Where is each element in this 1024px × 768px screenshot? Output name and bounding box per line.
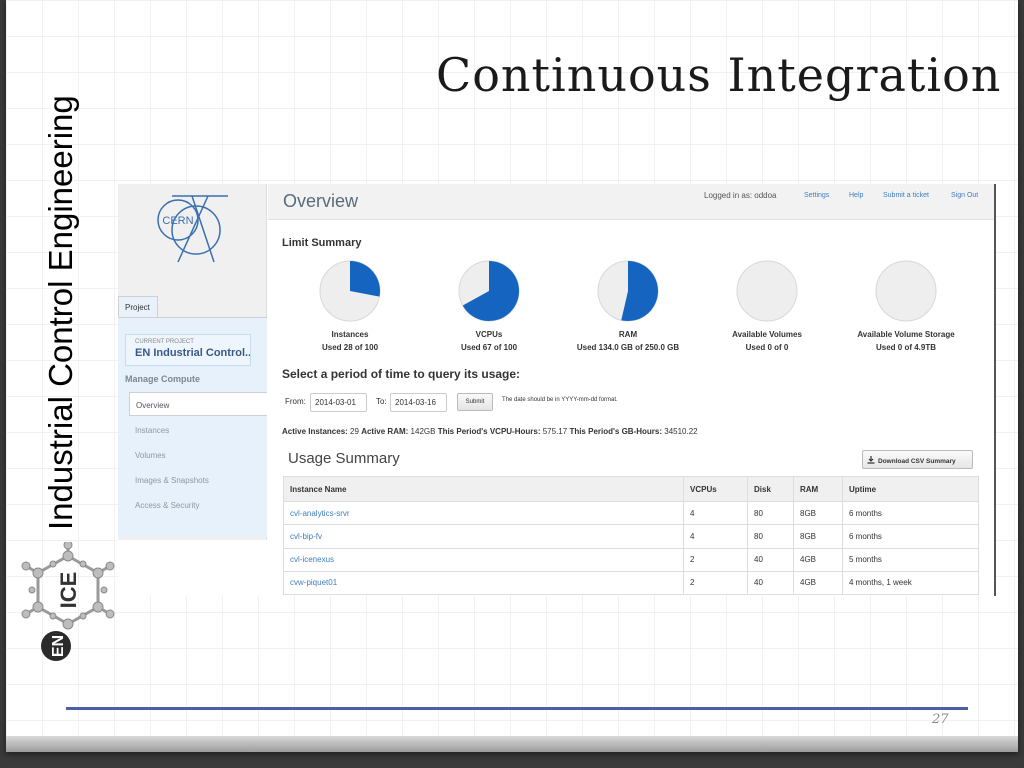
to-date-input[interactable] <box>390 393 447 412</box>
cell-disk: 80 <box>747 500 794 526</box>
sign-out-link[interactable]: Sign Out <box>951 192 981 204</box>
side-label: Industrial Control Engineering <box>42 95 79 530</box>
page-number: 27 <box>932 712 949 727</box>
col-instance-name[interactable]: Instance Name <box>283 476 684 502</box>
svg-text:ICE: ICE <box>56 572 81 609</box>
cell-disk: 40 <box>747 570 794 596</box>
current-project-name: EN Industrial Control... <box>135 347 251 359</box>
cell-vcpus: 2 <box>683 547 748 572</box>
cell-uptime: 4 months, 1 week <box>842 570 979 596</box>
gb-hours-label: This Period's GB-Hours: <box>569 427 663 436</box>
instance-name-link[interactable]: cvl-analytics-srvr <box>283 500 684 526</box>
pie-available-volumes-label: Available Volumes <box>732 330 802 339</box>
instance-name-link[interactable]: cvl-bip-fv <box>283 524 684 549</box>
limit-summary-title: Limit Summary <box>282 237 362 249</box>
cell-uptime: 6 months <box>842 524 979 549</box>
cell-vcpus: 2 <box>683 570 748 596</box>
pie-ram-label: RAM <box>618 330 638 339</box>
active-instances-value: 29 <box>350 427 359 436</box>
table-header-row: Instance Name VCPUs Disk RAM Uptime <box>283 476 979 502</box>
svg-text:EN: EN <box>50 635 67 657</box>
sidebar-item-access-security[interactable]: Access & Security <box>129 493 267 517</box>
pie-instances-slice <box>350 261 381 297</box>
sidebar: CERN Project CURRENT PROJECT EN Industri… <box>118 184 267 540</box>
pie-volume-storage-label: Available Volume Storage <box>857 330 955 339</box>
current-project-selector[interactable]: CURRENT PROJECT EN Industrial Control... <box>125 334 251 366</box>
pie-vcpus-usage: Used 67 of 100 <box>460 343 518 352</box>
from-date-input[interactable] <box>310 393 367 412</box>
sidebar-panel: CURRENT PROJECT EN Industrial Control...… <box>118 317 267 537</box>
enice-logo: ICE EN <box>21 542 115 661</box>
date-format-hint: The date should be in YYYY-mm-dd format. <box>502 397 618 403</box>
cell-ram: 8GB <box>793 524 843 549</box>
dashboard-screenshot: CERN Project CURRENT PROJECT EN Industri… <box>118 184 996 596</box>
svg-text:CERN: CERN <box>162 215 193 227</box>
gb-hours-value: 34510.22 <box>664 427 698 436</box>
pie-available-volumes-usage: Used 0 of 0 <box>745 343 789 352</box>
topbar: Overview Logged in as: oddoa Settings He… <box>268 184 994 220</box>
nav-section-manage-compute: Manage Compute <box>125 374 201 384</box>
table-row: cvl-analytics-srvr 4 80 8GB 6 months <box>283 500 979 526</box>
cell-disk: 40 <box>747 547 794 572</box>
pie-volume-storage-usage: Used 0 of 4.9TB <box>875 343 936 352</box>
download-csv-button[interactable]: Download CSV Summary <box>862 450 973 469</box>
usage-stats: Active Instances: 29 Active RAM: 142GB T… <box>282 427 882 439</box>
pie-ram <box>597 260 659 322</box>
cell-disk: 80 <box>747 524 794 549</box>
col-ram[interactable]: RAM <box>793 476 843 502</box>
slide-bottom-band <box>6 736 1018 752</box>
table-row: cvl-icenexus 2 40 4GB 5 months <box>283 547 979 572</box>
cell-vcpus: 4 <box>683 524 748 549</box>
settings-link[interactable]: Settings <box>804 192 832 204</box>
pie-volume-storage <box>875 260 937 322</box>
cell-uptime: 6 months <box>842 500 979 526</box>
current-project-caption: CURRENT PROJECT <box>135 339 194 345</box>
table-row: cvw-piquet01 2 40 4GB 4 months, 1 week <box>283 570 979 596</box>
cell-uptime: 5 months <box>842 547 979 572</box>
logged-in-text: Logged in as: oddoa <box>704 191 777 200</box>
instance-name-link[interactable]: cvl-icenexus <box>283 547 684 572</box>
from-label: From: <box>285 397 306 406</box>
col-uptime[interactable]: Uptime <box>842 476 979 502</box>
sidebar-item-overview[interactable]: Overview <box>129 392 267 416</box>
pie-vcpus-label: VCPUs <box>475 330 503 339</box>
pie-vcpus <box>458 260 520 322</box>
pie-instances-label: Instances <box>331 330 369 339</box>
col-disk[interactable]: Disk <box>747 476 794 502</box>
col-vcpus[interactable]: VCPUs <box>683 476 748 502</box>
cell-ram: 4GB <box>793 547 843 572</box>
page-title: Overview <box>283 191 359 211</box>
cern-logo: CERN <box>157 195 228 263</box>
vcpu-hours-value: 575.17 <box>542 427 568 436</box>
cell-ram: 8GB <box>793 500 843 526</box>
vcpu-hours-label: This Period's VCPU-Hours: <box>437 427 541 436</box>
submit-button[interactable]: Submit <box>457 393 493 411</box>
cell-vcpus: 4 <box>683 500 748 526</box>
pie-available-volumes <box>736 260 798 322</box>
footer-rule <box>66 707 968 710</box>
slide-title: Continuous Integration <box>436 48 1002 102</box>
pie-ram-usage: Used 134.0 GB of 250.0 GB <box>576 343 680 352</box>
submit-ticket-link[interactable]: Submit a ticket <box>883 192 935 204</box>
pie-instances-usage: Used 28 of 100 <box>321 343 379 352</box>
sidebar-item-images-snapshots[interactable]: Images & Snapshots <box>129 468 267 492</box>
tab-project[interactable]: Project <box>118 296 158 318</box>
pie-instances <box>319 260 381 322</box>
query-period-title: Select a period of time to query its usa… <box>282 367 521 381</box>
cell-ram: 4GB <box>793 570 843 596</box>
help-link[interactable]: Help <box>849 192 865 204</box>
sidebar-item-instances[interactable]: Instances <box>129 418 267 442</box>
slide: Continuous Integration Industrial Contro… <box>6 0 1018 752</box>
sidebar-item-volumes[interactable]: Volumes <box>129 443 267 467</box>
download-icon <box>867 456 875 464</box>
download-csv-label: Download CSV Summary <box>878 458 956 465</box>
table-row: cvl-bip-fv 4 80 8GB 6 months <box>283 524 979 549</box>
active-ram-value: 142GB <box>410 427 436 436</box>
usage-table: Instance Name VCPUs Disk RAM Uptime cvl-… <box>283 476 979 596</box>
instance-name-link[interactable]: cvw-piquet01 <box>283 570 684 596</box>
active-instances-label: Active Instances: <box>282 427 348 436</box>
active-ram-label: Active RAM: <box>361 427 409 436</box>
usage-summary-title: Usage Summary <box>288 450 400 467</box>
